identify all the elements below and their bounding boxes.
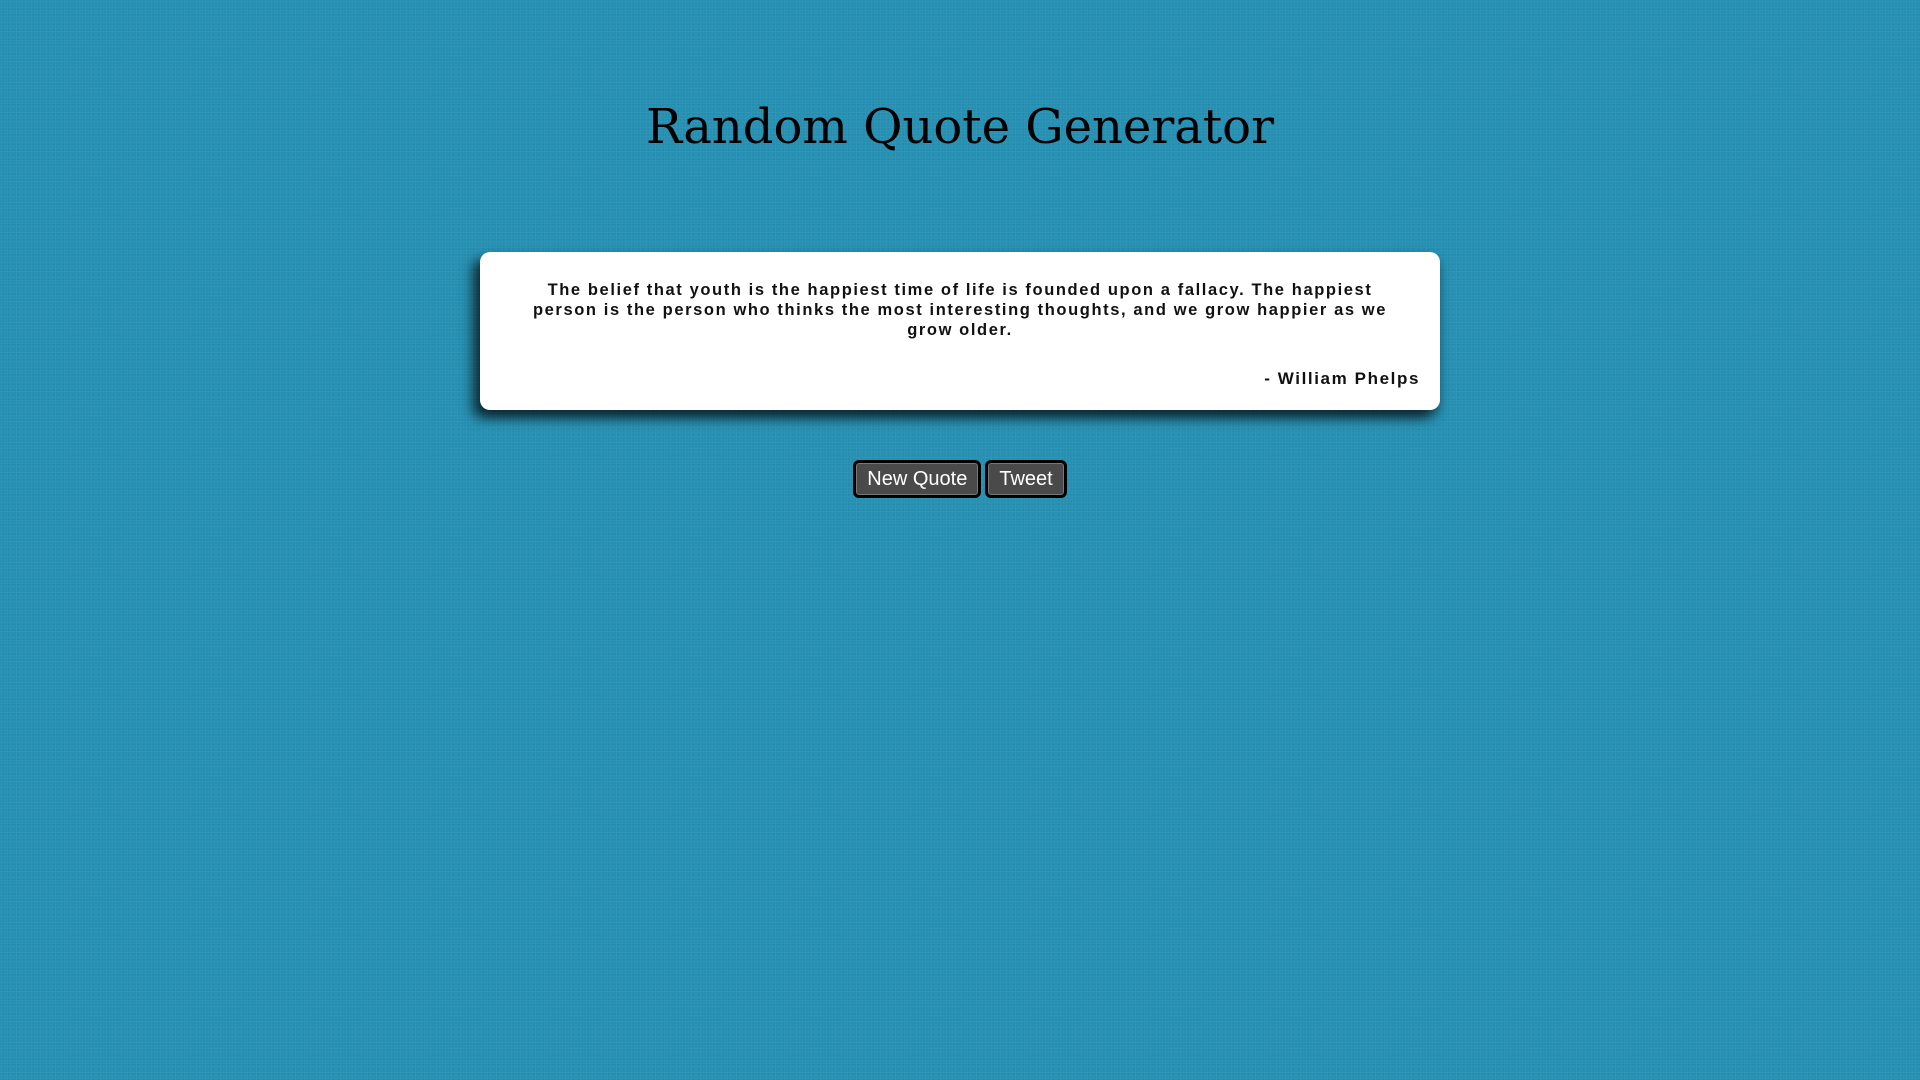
new-quote-button[interactable]: New Quote	[853, 460, 982, 498]
quote-author: - William Phelps	[1264, 369, 1420, 388]
quote-card: The belief that youth is the happiest ti…	[480, 252, 1440, 410]
button-row: New Quote Tweet	[0, 460, 1920, 498]
page: { "page": { "title": "Random Quote Gener…	[0, 0, 1920, 1080]
quote-text: The belief that youth is the happiest ti…	[532, 281, 1388, 339]
tweet-button[interactable]: Tweet	[985, 460, 1067, 498]
page-title: Random Quote Generator	[645, 99, 1275, 155]
